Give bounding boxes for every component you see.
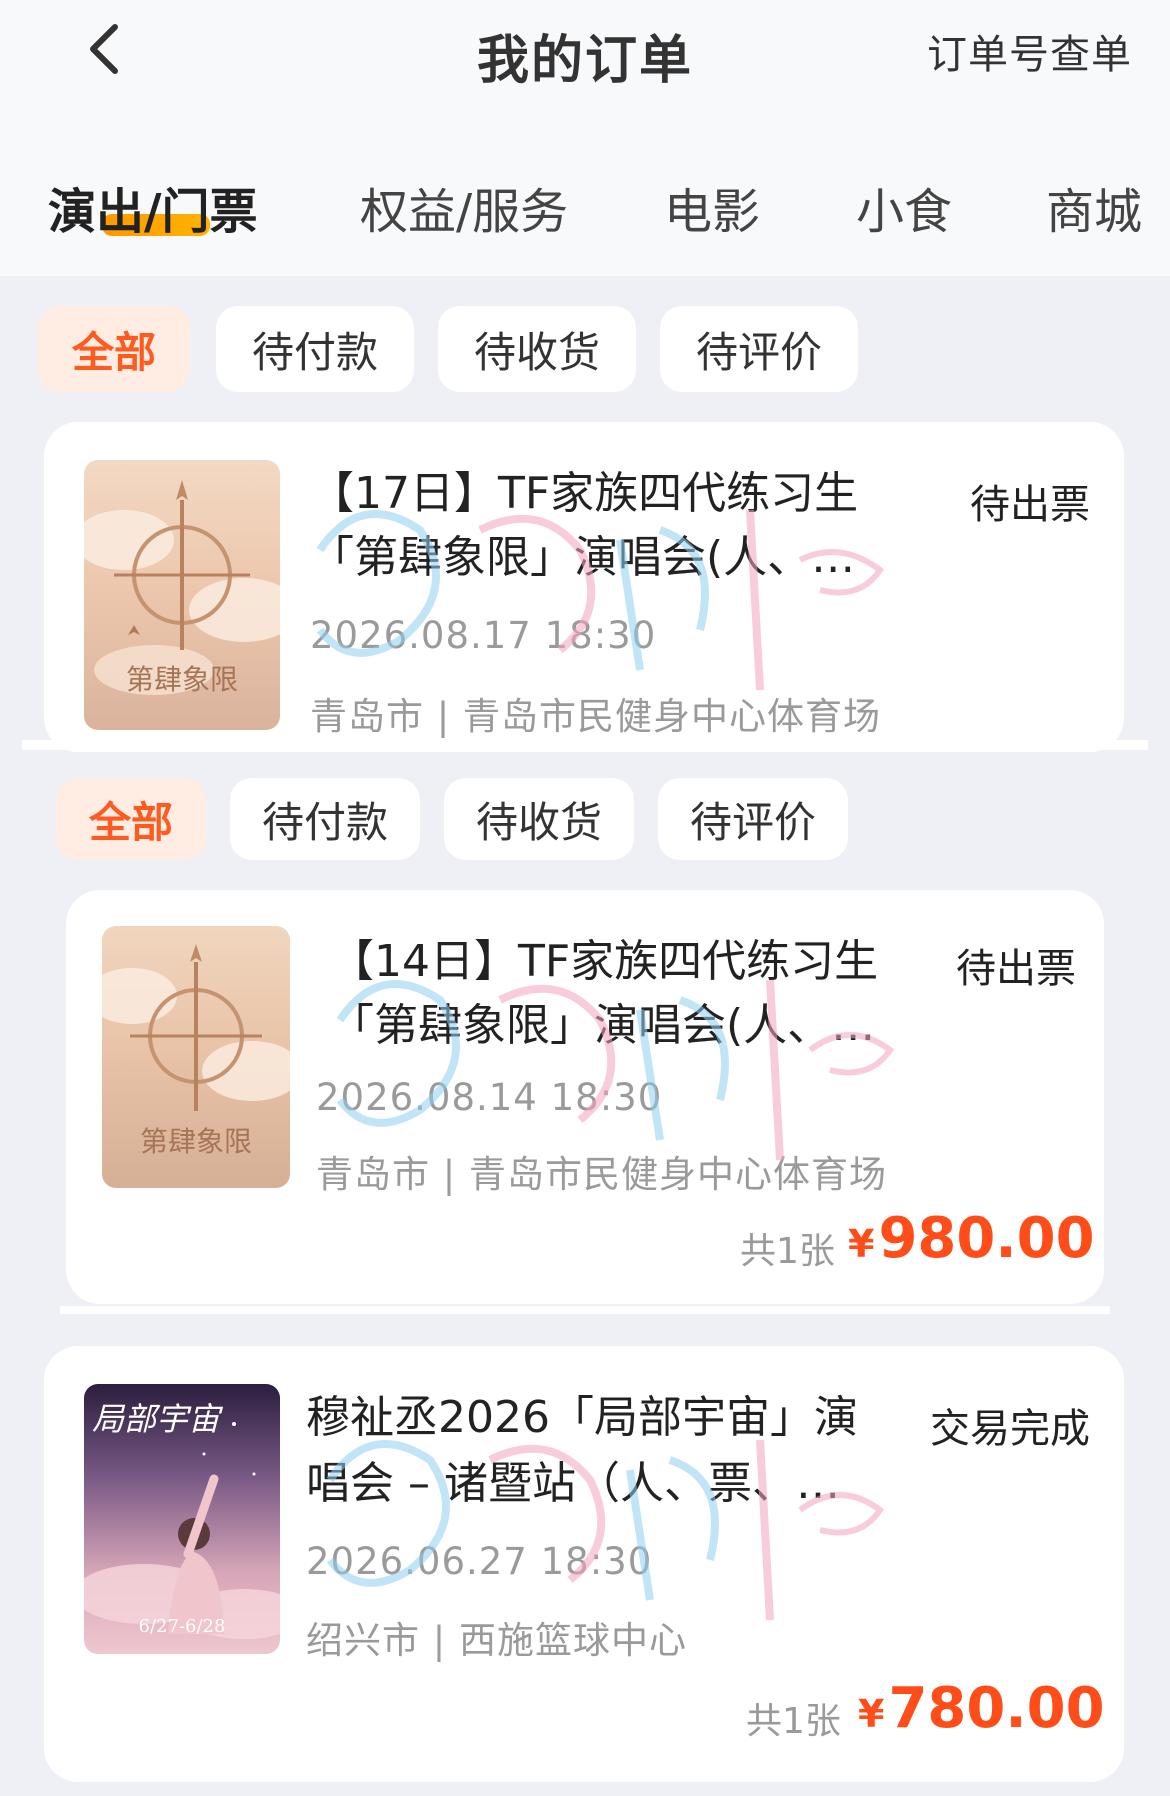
event-title-line-2: 「第肆象限」演唱会(人、… [330, 1000, 876, 1051]
tab-movies[interactable]: 电影 [664, 172, 760, 242]
tab-mall[interactable]: 商城 [1046, 172, 1142, 242]
event-title-line-2: 唱会 – 诸暨站（人、票、… [306, 1458, 840, 1509]
poster-title: 局部宇宙 [92, 1400, 221, 1438]
event-datetime: 2026.08.17 18:30 [310, 614, 657, 657]
filter-all[interactable]: 全部 [56, 778, 206, 860]
currency-symbol: ¥ [848, 1222, 875, 1266]
tab-performances-tickets[interactable]: 演出/门票 [48, 172, 258, 242]
filter-all[interactable]: 全部 [38, 306, 190, 392]
order-status: 待出票 [956, 946, 1076, 992]
tab-label: 电影 [664, 184, 761, 240]
event-venue: 绍兴市 | 西施篮球中心 [306, 1619, 687, 1662]
price-amount: 980.00 [878, 1206, 1095, 1271]
event-title: 【14日】TF家族四代练习生 [330, 936, 879, 987]
filter-pending-receipt[interactable]: 待收货 [438, 306, 636, 392]
order-price: ¥780.00 [858, 1676, 1105, 1741]
poster-date: 6/27-6/28 [138, 1616, 226, 1637]
order-price: ¥980.00 [848, 1206, 1095, 1271]
event-poster: 局部宇宙 6/27-6/28 [84, 1384, 280, 1654]
price-amount: 780.00 [888, 1676, 1105, 1741]
poster-title: 第肆象限 [139, 1125, 252, 1158]
order-number-lookup-link[interactable]: 订单号查单 [927, 22, 1132, 80]
filter-pending-review[interactable]: 待评价 [658, 778, 848, 860]
event-datetime: 2026.06.27 18:30 [306, 1540, 653, 1583]
event-venue: 青岛市 | 青岛市民健身中心体育场 [310, 695, 881, 738]
ticket-quantity: 共1张 [740, 1231, 835, 1272]
event-venue: 青岛市 | 青岛市民健身中心体育场 [316, 1153, 887, 1196]
ticket-quantity: 共1张 [746, 1701, 841, 1742]
filter-pending-receipt[interactable]: 待收货 [444, 778, 634, 860]
tab-benefits-services[interactable]: 权益/服务 [360, 172, 568, 242]
tab-label: 小食 [856, 184, 953, 240]
event-title: 【17日】TF家族四代练习生 [310, 468, 859, 519]
event-poster: 第肆象限 [84, 460, 280, 730]
divider [60, 1306, 1110, 1314]
order-status: 待出票 [970, 482, 1090, 528]
tab-snacks[interactable]: 小食 [856, 172, 952, 242]
tab-label: 权益/服务 [360, 184, 569, 240]
tab-label: 演出/门票 [48, 184, 258, 240]
divider [22, 740, 1148, 750]
tab-label: 商城 [1046, 184, 1143, 240]
filter-pending-payment[interactable]: 待付款 [230, 778, 420, 860]
event-title-line-2: 「第肆象限」演唱会(人、… [310, 532, 856, 583]
poster-title: 第肆象限 [125, 663, 238, 696]
order-status: 交易完成 [930, 1406, 1090, 1452]
filter-pending-review[interactable]: 待评价 [660, 306, 858, 392]
event-poster: 第肆象限 [102, 926, 290, 1188]
event-datetime: 2026.08.14 18:30 [316, 1076, 663, 1119]
event-title: 穆祉丞2026「局部宇宙」演 [306, 1392, 858, 1443]
filter-pending-payment[interactable]: 待付款 [216, 306, 414, 392]
currency-symbol: ¥ [858, 1692, 885, 1736]
